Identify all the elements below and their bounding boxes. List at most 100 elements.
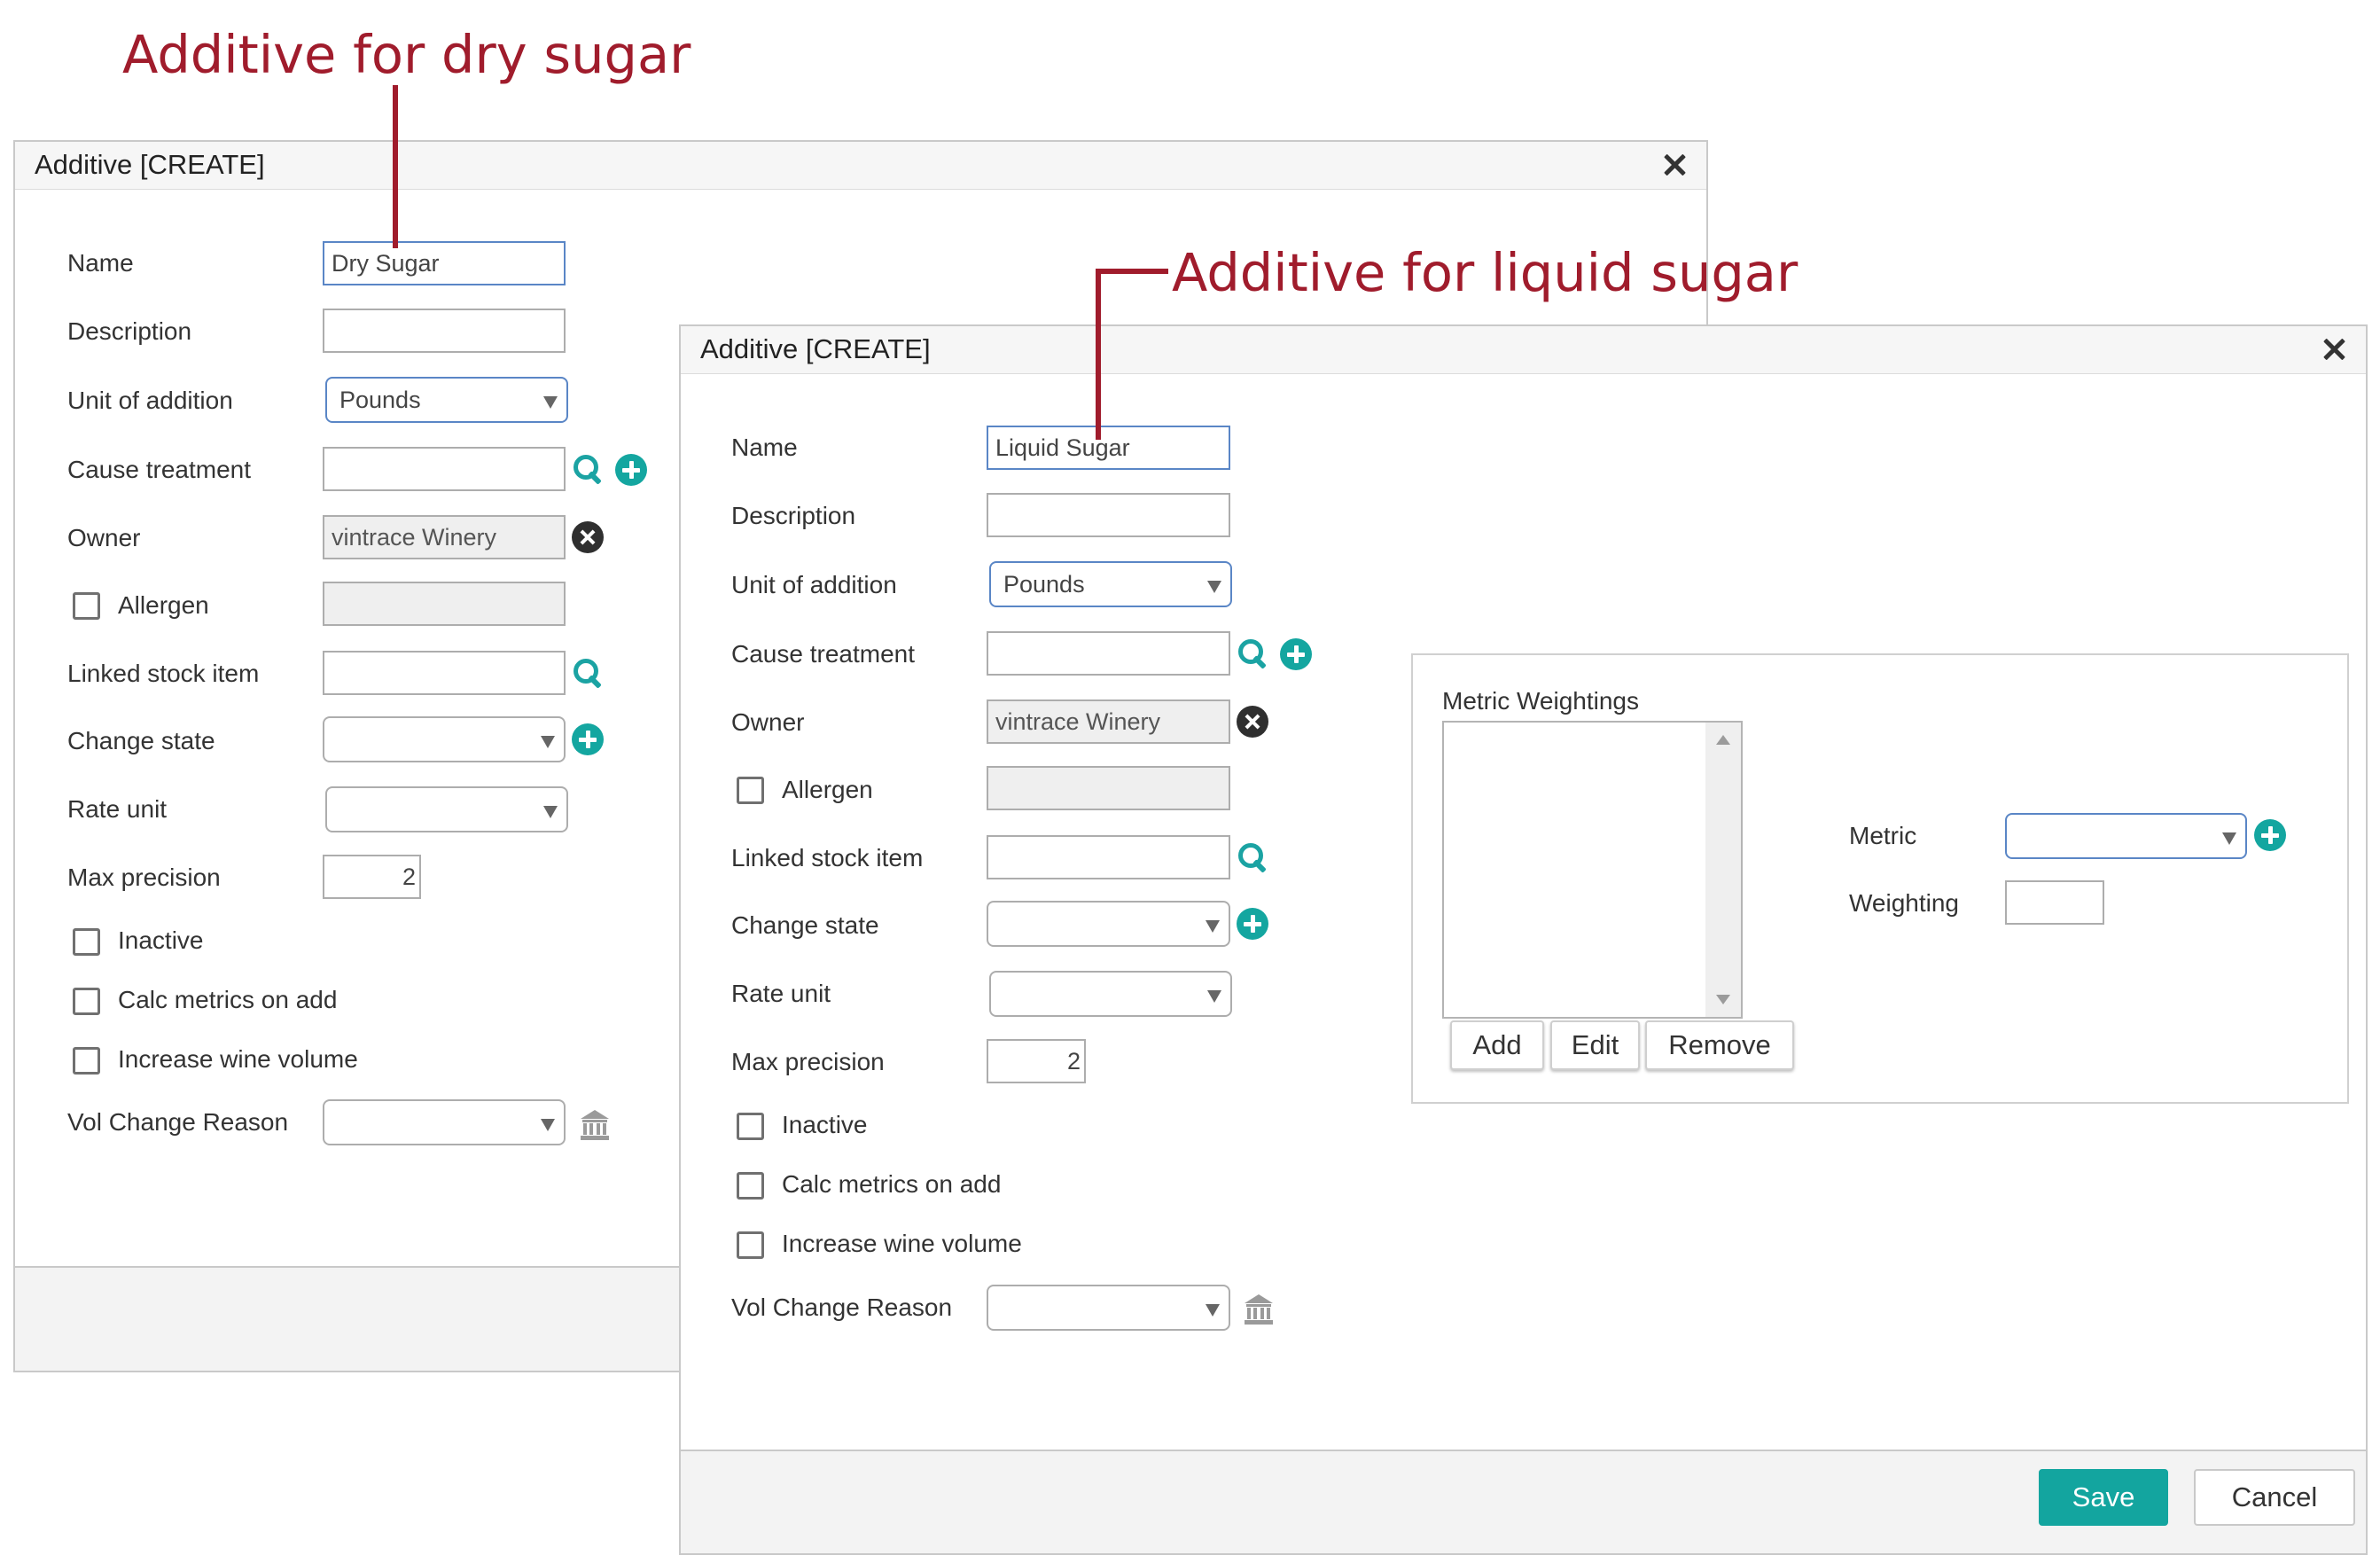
- dialog-header: Additive [CREATE]: [15, 142, 1706, 190]
- owner-field: vintrace Winery: [987, 699, 1230, 744]
- scroll-up-icon[interactable]: [1716, 735, 1730, 745]
- allergen-label: Allergen: [782, 776, 873, 803]
- linked-stock-item-label: Linked stock item: [731, 844, 924, 871]
- metric-weightings-list[interactable]: [1442, 721, 1743, 1019]
- search-icon[interactable]: [571, 656, 605, 690]
- chevron-down-icon: [541, 736, 555, 748]
- save-button[interactable]: Save: [2039, 1469, 2168, 1526]
- chevron-down-icon: [1207, 581, 1221, 593]
- inactive-checkbox[interactable]: [737, 1113, 764, 1140]
- owner-label: Owner: [67, 524, 141, 551]
- increase-wine-volume-checkbox[interactable]: [73, 1047, 100, 1075]
- chevron-down-icon: [543, 396, 558, 409]
- cancel-button[interactable]: Cancel: [2194, 1469, 2355, 1526]
- dialog-title: Additive [CREATE]: [35, 149, 265, 180]
- unit-of-addition-label: Unit of addition: [731, 571, 897, 598]
- change-state-select[interactable]: [987, 901, 1230, 947]
- name-input[interactable]: Liquid Sugar: [987, 426, 1230, 470]
- increase-wine-volume-label: Increase wine volume: [782, 1230, 1022, 1257]
- name-input[interactable]: Dry Sugar: [323, 241, 566, 285]
- scrollbar[interactable]: [1705, 723, 1741, 1017]
- search-icon[interactable]: [571, 452, 605, 486]
- owner-field: vintrace Winery: [323, 515, 566, 559]
- add-icon[interactable]: [2254, 819, 2286, 851]
- clear-icon[interactable]: [1237, 706, 1268, 738]
- unit-of-addition-label: Unit of addition: [67, 387, 233, 414]
- max-precision-label: Max precision: [67, 864, 221, 891]
- vol-change-reason-label: Vol Change Reason: [67, 1108, 289, 1136]
- bank-icon[interactable]: [581, 1110, 609, 1140]
- rate-unit-label: Rate unit: [731, 980, 831, 1007]
- description-label: Description: [731, 502, 856, 529]
- close-icon[interactable]: [1658, 149, 1690, 181]
- max-precision-input[interactable]: 2: [987, 1039, 1086, 1083]
- inactive-label: Inactive: [782, 1111, 868, 1138]
- search-icon[interactable]: [1236, 637, 1269, 670]
- annotation-line-liquid-v: [1096, 269, 1101, 440]
- chevron-down-icon: [543, 806, 558, 818]
- unit-of-addition-select[interactable]: Pounds: [989, 561, 1232, 607]
- metric-weightings-panel: Metric Weightings Add Edit Remove Metric…: [1411, 653, 2349, 1104]
- rate-unit-select[interactable]: [325, 786, 568, 832]
- allergen-checkbox[interactable]: [73, 592, 100, 620]
- vol-change-reason-label: Vol Change Reason: [731, 1293, 953, 1321]
- close-icon[interactable]: [2318, 333, 2350, 365]
- rate-unit-select[interactable]: [989, 971, 1232, 1017]
- description-input[interactable]: [323, 309, 566, 353]
- allergen-checkbox[interactable]: [737, 777, 764, 804]
- allergen-field: [987, 766, 1230, 810]
- metric-select[interactable]: [2005, 813, 2247, 859]
- inactive-checkbox[interactable]: [73, 928, 100, 956]
- linked-stock-item-label: Linked stock item: [67, 660, 260, 687]
- add-icon[interactable]: [572, 723, 604, 755]
- name-label: Name: [731, 434, 798, 461]
- add-button[interactable]: Add: [1450, 1020, 1544, 1070]
- change-state-select[interactable]: [323, 716, 566, 762]
- metric-weightings-title: Metric Weightings: [1442, 687, 1640, 715]
- annotation-liquid-sugar: Additive for liquid sugar: [1172, 242, 1799, 303]
- change-state-label: Change state: [67, 727, 215, 754]
- annotation-line-dry: [393, 85, 398, 248]
- vol-change-reason-select[interactable]: [323, 1099, 566, 1145]
- add-icon[interactable]: [1280, 638, 1312, 670]
- calc-metrics-label: Calc metrics on add: [118, 986, 338, 1013]
- increase-wine-volume-label: Increase wine volume: [118, 1045, 358, 1073]
- search-icon[interactable]: [1236, 840, 1269, 874]
- dialog-title: Additive [CREATE]: [700, 333, 931, 364]
- inactive-label: Inactive: [118, 926, 204, 954]
- chevron-down-icon: [1206, 920, 1220, 933]
- increase-wine-volume-checkbox[interactable]: [737, 1231, 764, 1259]
- max-precision-input[interactable]: 2: [323, 855, 421, 899]
- add-icon[interactable]: [615, 454, 647, 486]
- rate-unit-label: Rate unit: [67, 795, 168, 823]
- bank-icon[interactable]: [1245, 1294, 1273, 1325]
- calc-metrics-label: Calc metrics on add: [782, 1170, 1002, 1198]
- unit-of-addition-select[interactable]: Pounds: [325, 377, 568, 423]
- edit-button[interactable]: Edit: [1550, 1020, 1640, 1070]
- linked-stock-item-input[interactable]: [987, 835, 1230, 879]
- calc-metrics-checkbox[interactable]: [73, 988, 100, 1015]
- dialog-footer: Save Cancel: [681, 1450, 2366, 1553]
- description-input[interactable]: [987, 493, 1230, 537]
- allergen-field: [323, 582, 566, 626]
- chevron-down-icon: [2222, 832, 2236, 845]
- metric-label: Metric: [1849, 822, 1917, 849]
- scroll-down-icon[interactable]: [1716, 995, 1730, 1004]
- annotation-dry-sugar: Additive for dry sugar: [122, 24, 691, 85]
- additive-dialog-liquid: Additive [CREATE] Name Liquid Sugar Desc…: [679, 324, 2368, 1555]
- clear-icon[interactable]: [572, 521, 604, 553]
- annotation-line-liquid-h: [1096, 269, 1168, 274]
- chevron-down-icon: [1206, 1304, 1220, 1317]
- owner-label: Owner: [731, 708, 805, 736]
- cause-treatment-label: Cause treatment: [67, 456, 251, 483]
- name-label: Name: [67, 249, 134, 277]
- chevron-down-icon: [541, 1119, 555, 1131]
- calc-metrics-checkbox[interactable]: [737, 1172, 764, 1200]
- cause-treatment-input[interactable]: [987, 631, 1230, 676]
- add-icon[interactable]: [1237, 908, 1268, 940]
- cause-treatment-input[interactable]: [323, 447, 566, 491]
- linked-stock-item-input[interactable]: [323, 651, 566, 695]
- weighting-input[interactable]: [2005, 880, 2104, 925]
- vol-change-reason-select[interactable]: [987, 1285, 1230, 1331]
- remove-button[interactable]: Remove: [1645, 1020, 1794, 1070]
